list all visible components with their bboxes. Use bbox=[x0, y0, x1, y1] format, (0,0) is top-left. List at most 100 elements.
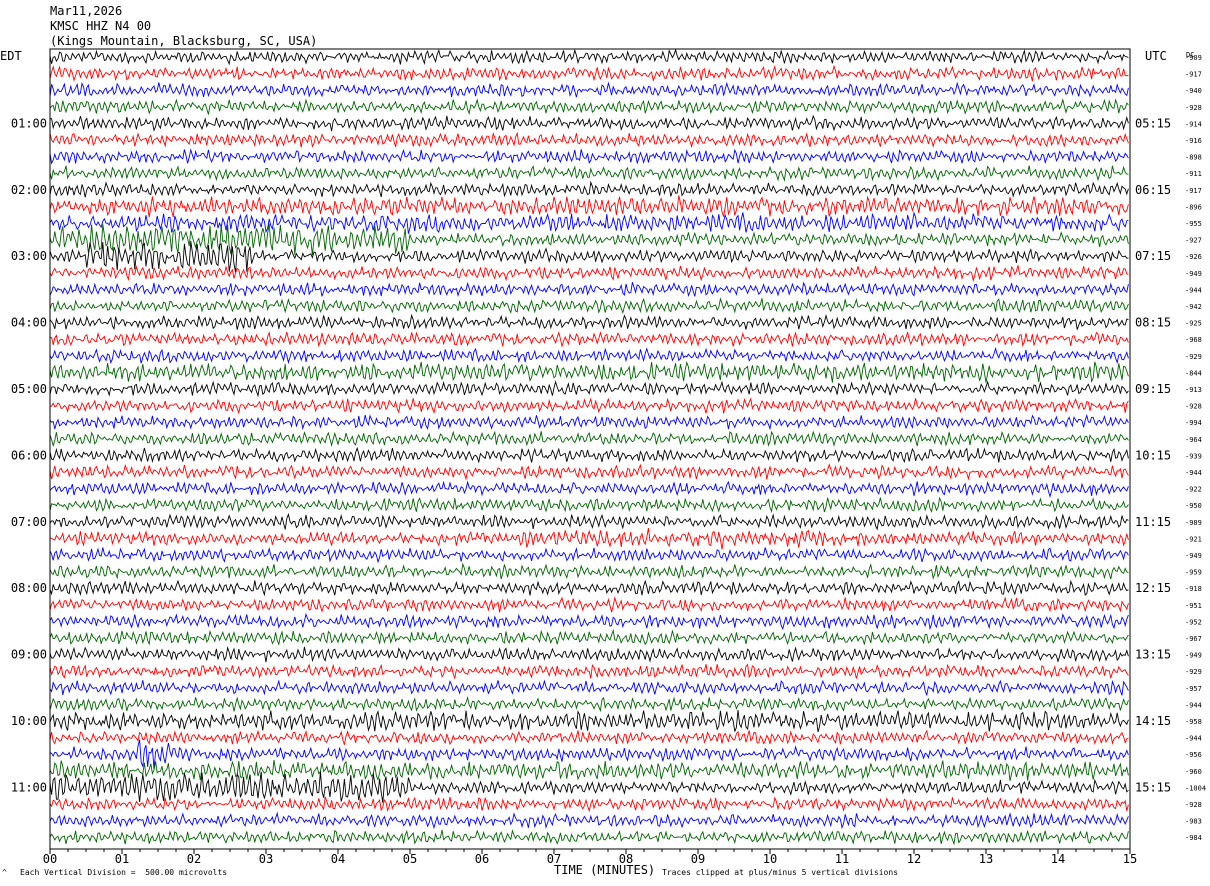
trace-line bbox=[49, 528, 1129, 550]
trace-line bbox=[49, 579, 1129, 597]
x-tick-label: 12 bbox=[907, 852, 921, 866]
x-tick-label: 01 bbox=[115, 852, 129, 866]
trace-line bbox=[49, 829, 1129, 846]
dc-offset-label: -896 bbox=[1185, 203, 1202, 211]
dc-offset-label: -951 bbox=[1185, 602, 1202, 610]
trace-line bbox=[49, 463, 1129, 481]
dc-offset-label: -952 bbox=[1185, 618, 1202, 626]
trace-line bbox=[49, 546, 1129, 564]
left-time-label: 03:00 bbox=[11, 249, 47, 263]
dc-offset-label: -942 bbox=[1185, 303, 1202, 311]
dc-offset-label: -944 bbox=[1185, 469, 1202, 477]
trace-line bbox=[49, 331, 1129, 348]
left-time-label: 05:00 bbox=[11, 382, 47, 396]
dc-offset-label: -913 bbox=[1185, 386, 1202, 394]
right-time-label: 09:15 bbox=[1135, 382, 1171, 396]
trace-line bbox=[49, 297, 1129, 315]
x-tick-label: 10 bbox=[763, 852, 777, 866]
trace-line bbox=[49, 180, 1129, 198]
dc-offset-label: -949 bbox=[1185, 270, 1202, 278]
trace-line bbox=[49, 729, 1129, 746]
trace-line bbox=[49, 562, 1129, 580]
trace-line bbox=[49, 695, 1129, 713]
trace-line bbox=[49, 739, 1129, 770]
left-time-label: 09:00 bbox=[11, 648, 47, 662]
dc-offset-label: -1004 bbox=[1185, 784, 1206, 792]
trace-line bbox=[49, 148, 1129, 165]
x-tick-label: 06 bbox=[475, 852, 489, 866]
x-tick-label: 15 bbox=[1123, 852, 1137, 866]
dc-offset-label: -918 bbox=[1185, 585, 1202, 593]
dc-offset-label: -929 bbox=[1185, 668, 1202, 676]
x-tick-label: 00 bbox=[43, 852, 57, 866]
dc-offset-label: -949 bbox=[1185, 652, 1202, 660]
x-tick-label: 04 bbox=[331, 852, 345, 866]
dc-offset-label: -940 bbox=[1185, 87, 1202, 95]
dc-offset-label: -917 bbox=[1185, 71, 1202, 79]
dc-offset-label: -916 bbox=[1185, 137, 1202, 145]
dc-offset-label: -921 bbox=[1185, 535, 1202, 543]
trace-line bbox=[49, 397, 1129, 415]
right-time-label: 06:15 bbox=[1135, 183, 1171, 197]
trace-line bbox=[49, 195, 1129, 218]
left-time-label: 02:00 bbox=[11, 183, 47, 197]
x-tick-label: 09 bbox=[691, 852, 705, 866]
trace-line bbox=[49, 796, 1129, 813]
trace-line bbox=[49, 496, 1129, 514]
right-time-label: 15:15 bbox=[1135, 780, 1171, 794]
dc-offset-label: -926 bbox=[1185, 253, 1202, 261]
right-time-label: 05:15 bbox=[1135, 116, 1171, 130]
dc-offset-label: -917 bbox=[1185, 187, 1202, 195]
trace-line bbox=[49, 64, 1129, 82]
trace-line bbox=[49, 480, 1129, 498]
right-time-labels: 05:15 06:15 07:15 08:15 09:15 10:15 11:15 12:15… bbox=[1135, 116, 1171, 794]
trace-line bbox=[49, 679, 1129, 697]
left-time-label: 07:00 bbox=[11, 515, 47, 529]
dc-offset-label: -957 bbox=[1185, 685, 1202, 693]
left-time-label: 04:00 bbox=[11, 316, 47, 330]
dc-offset-label: -922 bbox=[1185, 486, 1202, 494]
trace-line bbox=[49, 446, 1129, 464]
dc-offset-label: -898 bbox=[1185, 154, 1202, 162]
trace-line bbox=[49, 596, 1129, 613]
trace-line bbox=[49, 759, 1129, 781]
trace-line bbox=[49, 98, 1129, 115]
trace-line bbox=[49, 48, 1129, 66]
right-time-label: 10:15 bbox=[1135, 448, 1171, 462]
left-time-label: 06:00 bbox=[11, 448, 47, 462]
dc-offset-label: -994 bbox=[1185, 419, 1202, 427]
trace-line bbox=[49, 512, 1129, 531]
dc-offset-label: -928 bbox=[1185, 801, 1202, 809]
x-tick-label: 13 bbox=[979, 852, 993, 866]
trace-line bbox=[49, 164, 1129, 182]
dc-offset-label: -944 bbox=[1185, 701, 1202, 709]
scale-note: Each Vertical Division = 500.00 microvol… bbox=[20, 868, 228, 877]
dc-offset-label: -984 bbox=[1185, 834, 1202, 842]
trace-line bbox=[49, 380, 1129, 398]
dc-offset-label: -964 bbox=[1185, 436, 1202, 444]
right-time-label: 12:15 bbox=[1135, 581, 1171, 595]
dc-offset-label: -929 bbox=[1185, 353, 1202, 361]
clip-note: Traces clipped at plus/minus 5 vertical … bbox=[662, 868, 899, 877]
x-tick-label: 03 bbox=[259, 852, 273, 866]
dc-offset-label: -958 bbox=[1185, 718, 1202, 726]
trace-line bbox=[49, 709, 1129, 733]
trace-line bbox=[49, 131, 1129, 148]
trace-line bbox=[49, 430, 1129, 448]
trace-line bbox=[49, 281, 1129, 298]
trace-line bbox=[49, 413, 1129, 431]
left-timezone-label: EDT bbox=[0, 49, 22, 63]
dc-offset-label: -950 bbox=[1185, 502, 1202, 510]
trace-lines bbox=[49, 48, 1129, 846]
x-tick-label: 02 bbox=[187, 852, 201, 866]
left-time-labels: 01:00 02:00 03:00 04:00 05:00 06:00 07:00 08:00… bbox=[11, 116, 47, 794]
right-time-label: 13:15 bbox=[1135, 648, 1171, 662]
seismogram-helicorder: 00 01 02 03 04 05 06 07 08 09 10 11 12 13 14 15 01:0002… bbox=[0, 48, 1206, 877]
dc-offset-label: -989 bbox=[1185, 519, 1202, 527]
x-axis-title: TIME (MINUTES) bbox=[554, 863, 655, 877]
dc-offset-label: -955 bbox=[1185, 220, 1202, 228]
trace-line bbox=[49, 628, 1129, 646]
dc-offset-label: -949 bbox=[1185, 552, 1202, 560]
dc-header-label: DC bbox=[1186, 51, 1194, 59]
dc-offset-label: -927 bbox=[1185, 237, 1202, 245]
